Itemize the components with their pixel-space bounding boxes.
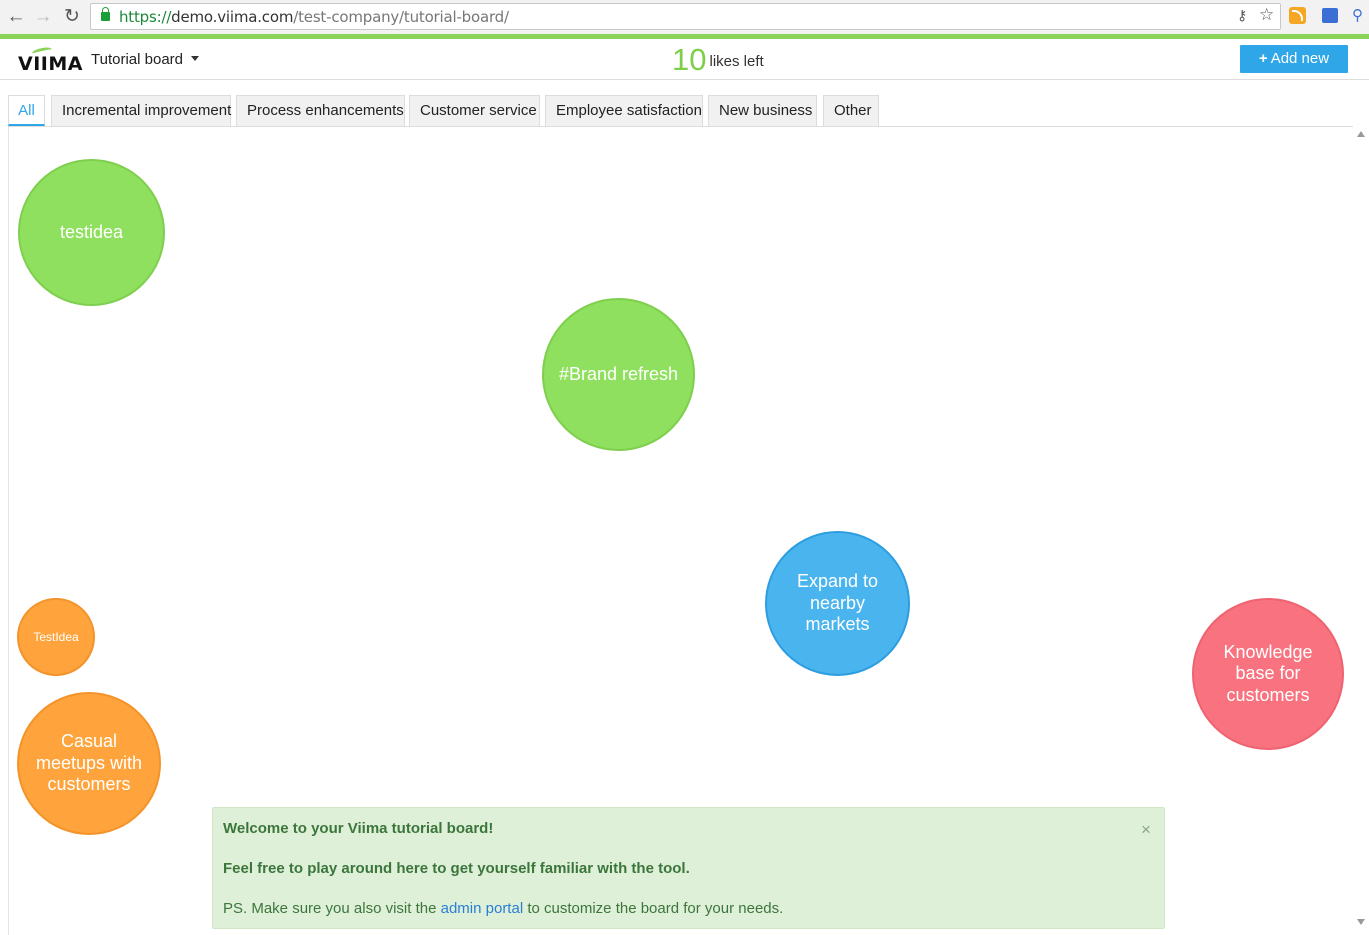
tab-process-enhancements[interactable]: Process enhancements — [236, 95, 405, 126]
browser-toolbar: ← → ↻ https://demo.viima.com/test-compan… — [0, 0, 1369, 34]
idea-bubble[interactable]: Knowledge base for customers — [1192, 598, 1344, 750]
tab-other[interactable]: Other — [823, 95, 879, 126]
url-scheme: https:// — [119, 8, 172, 26]
back-arrow-icon[interactable]: ← — [4, 5, 28, 29]
add-new-button[interactable]: + Add new — [1240, 45, 1348, 73]
idea-bubble[interactable]: Expand to nearby markets — [765, 531, 910, 676]
idea-title: TestIdea — [33, 629, 79, 644]
reload-icon[interactable]: ↻ — [60, 5, 84, 29]
idea-bubble[interactable]: TestIdea — [17, 598, 95, 676]
idea-bubble[interactable]: testidea — [18, 159, 165, 306]
idea-title: testidea — [59, 221, 124, 242]
board-name: Tutorial board — [91, 51, 183, 68]
admin-portal-link[interactable]: admin portal — [441, 900, 524, 917]
admin-note-suffix: to customize the board for your needs. — [527, 900, 784, 917]
scroll-down-arrow-icon[interactable] — [1357, 919, 1365, 925]
scroll-up-arrow-icon[interactable] — [1357, 131, 1365, 137]
caret-down-icon — [191, 56, 199, 61]
lock-icon — [101, 7, 110, 21]
url-text[interactable]: https://demo.viima.com/test-company/tuto… — [119, 8, 509, 26]
key-icon[interactable]: ⚷ — [1237, 7, 1247, 24]
tab-new-business[interactable]: New business — [708, 95, 817, 126]
bookmark-star-icon[interactable]: ☆ — [1259, 5, 1274, 25]
idea-title: #Brand refresh — [558, 363, 679, 384]
plus-icon: + — [1258, 50, 1268, 67]
idea-title: Knowledge base for customers — [1223, 641, 1313, 705]
likes-count: 10 — [672, 42, 707, 77]
admin-note-prefix: PS. Make sure you also visit the — [223, 900, 437, 917]
extension-icon[interactable]: ⚲ — [1352, 6, 1369, 24]
address-bar[interactable]: https://demo.viima.com/test-company/tuto… — [90, 3, 1281, 30]
welcome-alert: Welcome to your Viima tutorial board! Fe… — [212, 807, 1165, 929]
close-icon[interactable]: × — [1141, 820, 1151, 840]
url-path: /test-company/tutorial-board/ — [293, 8, 509, 26]
app-header: VIIMA Tutorial board 10 likes left + Add n… — [0, 34, 1369, 80]
forward-arrow-icon[interactable]: → — [31, 5, 55, 29]
tab-employee-satisfaction[interactable]: Employee satisfaction — [545, 95, 703, 126]
idea-bubble[interactable]: #Brand refresh — [542, 298, 695, 451]
url-host: demo.viima.com — [171, 8, 294, 26]
idea-bubble[interactable]: Casual meetups with customers — [17, 692, 161, 835]
likes-label: likes left — [709, 53, 764, 70]
tab-all[interactable]: All — [8, 95, 45, 126]
add-new-label: Add new — [1270, 50, 1330, 67]
board-scrollbar[interactable] — [1353, 127, 1369, 935]
calendar-extension-icon[interactable] — [1322, 8, 1338, 23]
logo-text: VIIMA — [18, 53, 83, 75]
idea-title: Casual meetups with customers — [35, 731, 143, 795]
idea-title: Expand to nearby markets — [796, 571, 879, 635]
welcome-message: Feel free to play around here to get you… — [223, 860, 690, 877]
tab-incremental-improvement[interactable]: Incremental improvement — [51, 95, 231, 126]
welcome-admin-note: PS. Make sure you also visit the admin p… — [223, 900, 783, 917]
board-selector[interactable]: Tutorial board — [91, 51, 199, 68]
rss-extension-icon[interactable] — [1289, 7, 1306, 24]
welcome-title: Welcome to your Viima tutorial board! — [223, 820, 494, 837]
likes-counter: 10 likes left — [672, 42, 764, 78]
tab-customer-service[interactable]: Customer service — [409, 95, 540, 126]
